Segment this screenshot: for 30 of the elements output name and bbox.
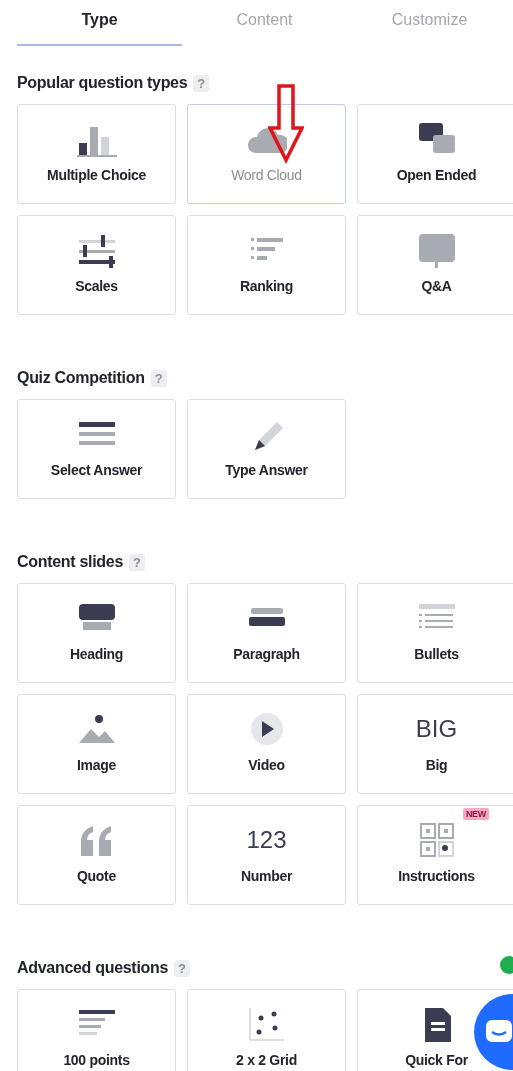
question-type-button[interactable]: Scales [17, 215, 176, 315]
section-title: Advanced questions [17, 959, 169, 977]
section-title: Content slides [17, 553, 124, 571]
sliders-icon [76, 232, 117, 268]
question-type-button[interactable]: Heading [17, 583, 176, 683]
section-title: Popular question types [17, 74, 188, 92]
question-type-button[interactable]: 2 x 2 Grid [187, 989, 346, 1071]
question-type-button[interactable]: Q&A [357, 215, 513, 315]
glyph-text: 123 [246, 825, 287, 855]
question-type-button[interactable]: Paragraph [187, 583, 346, 683]
scatter-plot-icon [246, 1006, 287, 1042]
new-badge: NEW [462, 808, 489, 820]
question-type-button[interactable]: Multiple Choice [17, 104, 176, 204]
question-type-button[interactable]: NEW Instructions [357, 805, 513, 905]
question-type-button[interactable]: Select Answer [17, 399, 176, 499]
tab[interactable]: Type [17, 0, 182, 46]
glyph-text: BIG [415, 714, 458, 744]
question-type-button[interactable]: BIG Big [357, 694, 513, 794]
question-type-button[interactable]: Type Answer [187, 399, 346, 499]
question-type-button[interactable]: Quote [17, 805, 176, 905]
question-type-button[interactable]: 100 points [17, 989, 176, 1071]
question-type-button[interactable]: Open Ended [357, 104, 513, 204]
speech-bubble-icon [416, 232, 457, 268]
question-type-button[interactable]: Image [17, 694, 176, 794]
question-type-button[interactable]: 123 Number [187, 805, 346, 905]
question-type-button[interactable]: Ranking [187, 215, 346, 315]
question-type-button[interactable]: Video [187, 694, 346, 794]
notification-dot [500, 956, 513, 974]
question-type-button[interactable]: Bullets [357, 583, 513, 683]
section-title: Quiz Competition [17, 369, 145, 387]
